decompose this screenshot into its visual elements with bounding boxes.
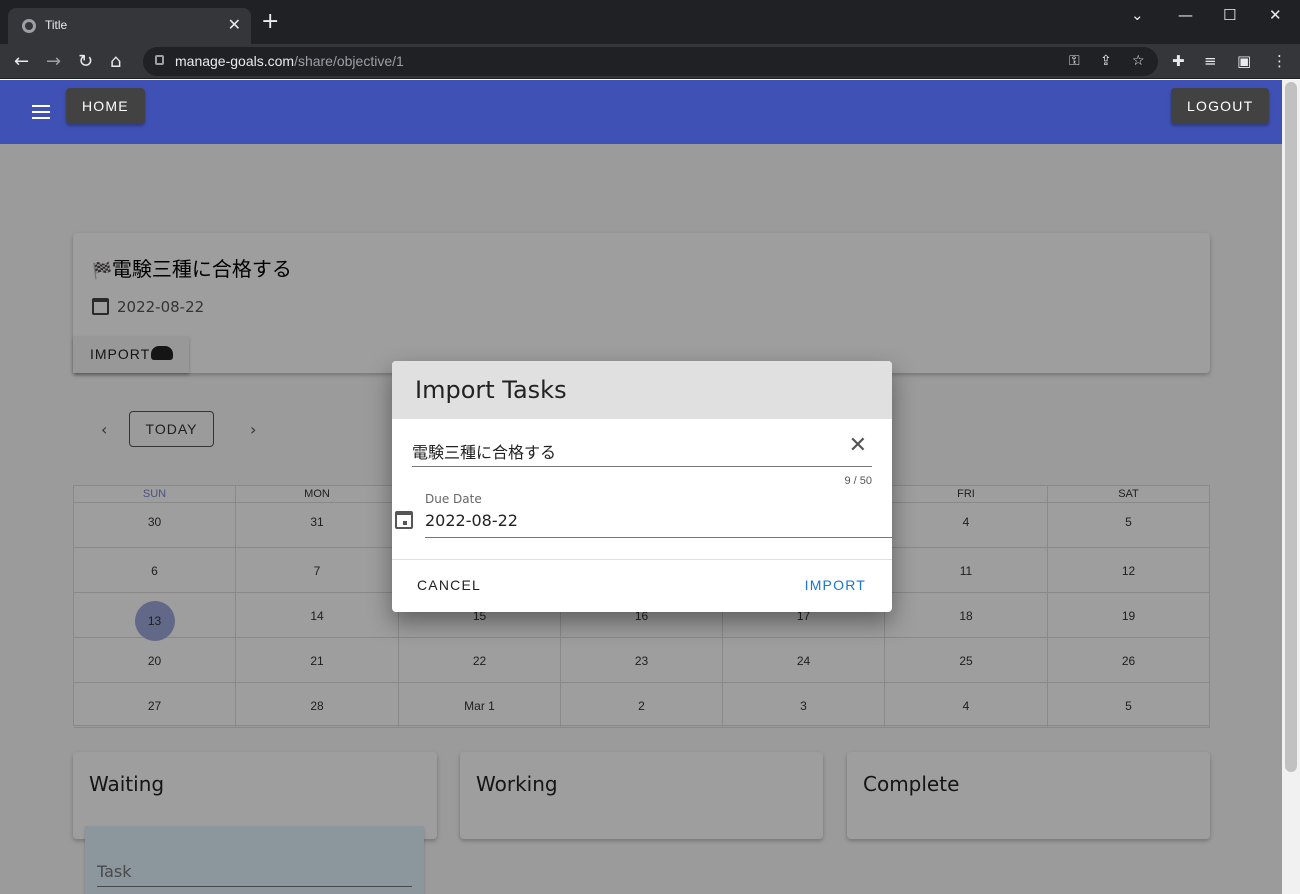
due-date-label: Due Date — [425, 492, 482, 506]
new-tab-icon[interactable]: + — [261, 11, 279, 33]
browser-toolbar: ← → ↻ ⌂ manage-goals.com/share/objective… — [0, 44, 1300, 79]
share-icon[interactable]: ⇪ — [1100, 53, 1112, 69]
clear-icon[interactable]: ✕ — [849, 433, 867, 458]
tab-close-icon[interactable]: ✕ — [228, 15, 241, 34]
logout-button[interactable]: LOGOUT — [1171, 88, 1270, 124]
address-bar[interactable]: manage-goals.com/share/objective/1 ⚿ ⇪ ☆ — [143, 47, 1158, 76]
tab-title: Title — [45, 18, 68, 32]
bookmark-star-icon[interactable]: ☆ — [1132, 53, 1145, 69]
media-icon[interactable]: ≡ — [1204, 52, 1217, 70]
menu-dots-icon[interactable]: ⋮ — [1272, 52, 1287, 70]
minimize-icon[interactable]: — — [1178, 6, 1193, 24]
maximize-icon[interactable]: ☐ — [1223, 6, 1236, 24]
dialog-title: Import Tasks — [415, 376, 567, 404]
globe-icon — [22, 19, 36, 33]
url-path: /share/objective/1 — [294, 53, 404, 69]
home-icon[interactable]: ⌂ — [110, 51, 121, 72]
hamburger-menu-icon[interactable] — [32, 105, 50, 119]
window-close-icon[interactable]: ✕ — [1269, 6, 1282, 24]
import-tasks-dialog: Import Tasks 電験三種に合格する ✕ 9 / 50 Due Date… — [392, 361, 892, 612]
due-date-underline — [425, 537, 892, 538]
calendar-icon[interactable] — [395, 511, 413, 529]
extensions-icon[interactable]: ✚ — [1172, 52, 1185, 70]
page-scrollbar[interactable] — [1282, 80, 1300, 894]
lock-icon — [155, 55, 164, 65]
browser-tab-bar: Title ✕ + ⌄ — ☐ ✕ — [0, 0, 1300, 44]
due-date-value[interactable]: 2022-08-22 — [425, 511, 518, 530]
chevron-down-icon[interactable]: ⌄ — [1131, 6, 1144, 24]
reload-icon[interactable]: ↻ — [78, 51, 93, 72]
cancel-button[interactable]: CANCEL — [417, 577, 481, 593]
name-field-underline — [412, 466, 872, 467]
forward-icon[interactable]: → — [46, 51, 61, 72]
dialog-divider — [392, 559, 892, 560]
url-text: manage-goals.com/share/objective/1 — [175, 53, 404, 69]
url-host: manage-goals.com — [175, 53, 295, 69]
browser-tab[interactable]: Title ✕ — [8, 8, 251, 44]
home-button[interactable]: HOME — [66, 88, 145, 124]
confirm-import-button[interactable]: IMPORT — [805, 577, 866, 593]
key-icon[interactable]: ⚿ — [1069, 53, 1080, 69]
objective-name-field[interactable]: 電験三種に合格する ✕ 9 / 50 — [412, 433, 872, 487]
scrollbar-thumb[interactable] — [1285, 82, 1297, 772]
profile-icon[interactable]: ▣ — [1237, 52, 1251, 70]
objective-name-value[interactable]: 電験三種に合格する — [412, 443, 556, 462]
back-icon[interactable]: ← — [14, 51, 29, 72]
dialog-header: Import Tasks — [392, 361, 892, 419]
app-bar: HOME LOGOUT — [0, 80, 1282, 144]
character-counter: 9 / 50 — [844, 475, 872, 487]
